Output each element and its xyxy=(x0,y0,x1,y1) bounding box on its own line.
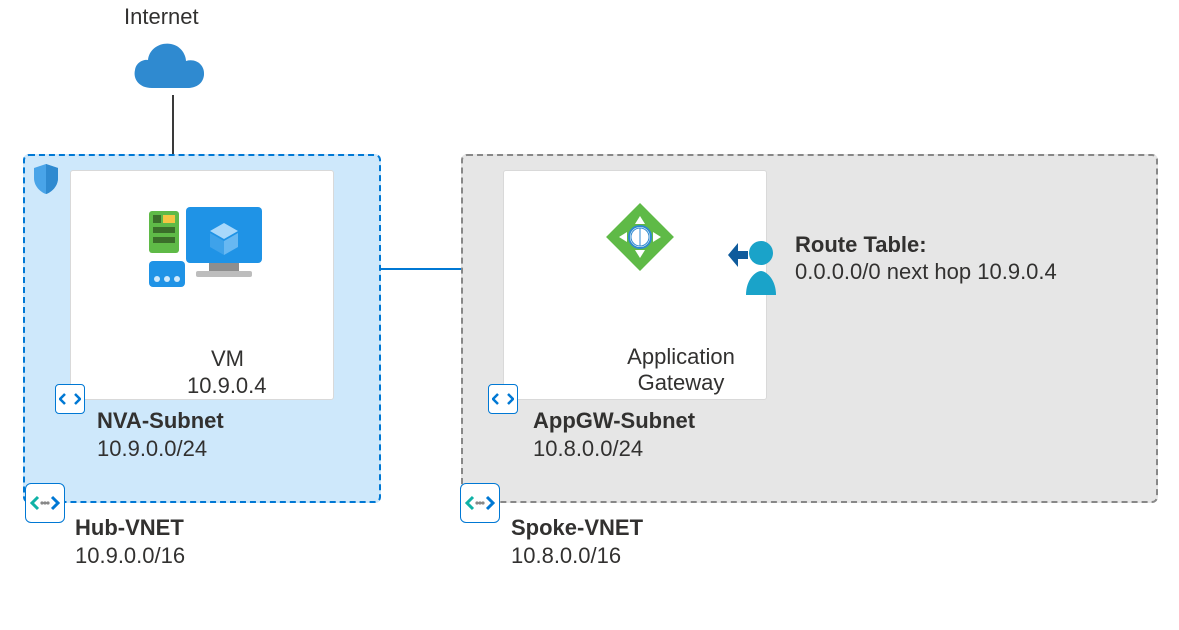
vnet-icon xyxy=(25,483,65,523)
cloud-icon xyxy=(130,40,208,97)
hub-subnet-cidr: 10.9.0.0/24 xyxy=(97,436,207,462)
spoke-vnet-name: Spoke-VNET xyxy=(511,515,643,541)
vm-label: VM xyxy=(211,346,244,372)
hub-vnet-container: VM 10.9.0.4 NVA-Subnet 10.9.0.0/24 Hub-V… xyxy=(23,154,381,503)
vm-ip: 10.9.0.4 xyxy=(187,373,267,399)
spoke-vnet-cidr: 10.8.0.0/16 xyxy=(511,543,621,569)
subnet-icon xyxy=(488,384,518,414)
spoke-subnet-name: AppGW-Subnet xyxy=(533,408,695,434)
subnet-icon xyxy=(55,384,85,414)
route-table-icon xyxy=(726,233,786,302)
route-table-title: Route Table: xyxy=(795,232,927,258)
shield-icon xyxy=(31,162,61,201)
hub-subnet-name: NVA-Subnet xyxy=(97,408,224,434)
hub-vnet-cidr: 10.9.0.0/16 xyxy=(75,543,185,569)
application-gateway-label: Application Gateway xyxy=(626,344,736,396)
internet-label: Internet xyxy=(124,4,199,30)
vm-icon xyxy=(149,195,269,310)
route-table-text: 0.0.0.0/0 next hop 10.9.0.4 xyxy=(795,259,1057,285)
vnet-icon xyxy=(460,483,500,523)
application-gateway-icon xyxy=(604,201,676,278)
spoke-subnet-cidr: 10.8.0.0/24 xyxy=(533,436,643,462)
hub-vnet-name: Hub-VNET xyxy=(75,515,184,541)
hub-subnet-box: VM 10.9.0.4 xyxy=(70,170,334,400)
spoke-vnet-container: Application Gateway Route Table: 0.0.0.0… xyxy=(461,154,1158,503)
